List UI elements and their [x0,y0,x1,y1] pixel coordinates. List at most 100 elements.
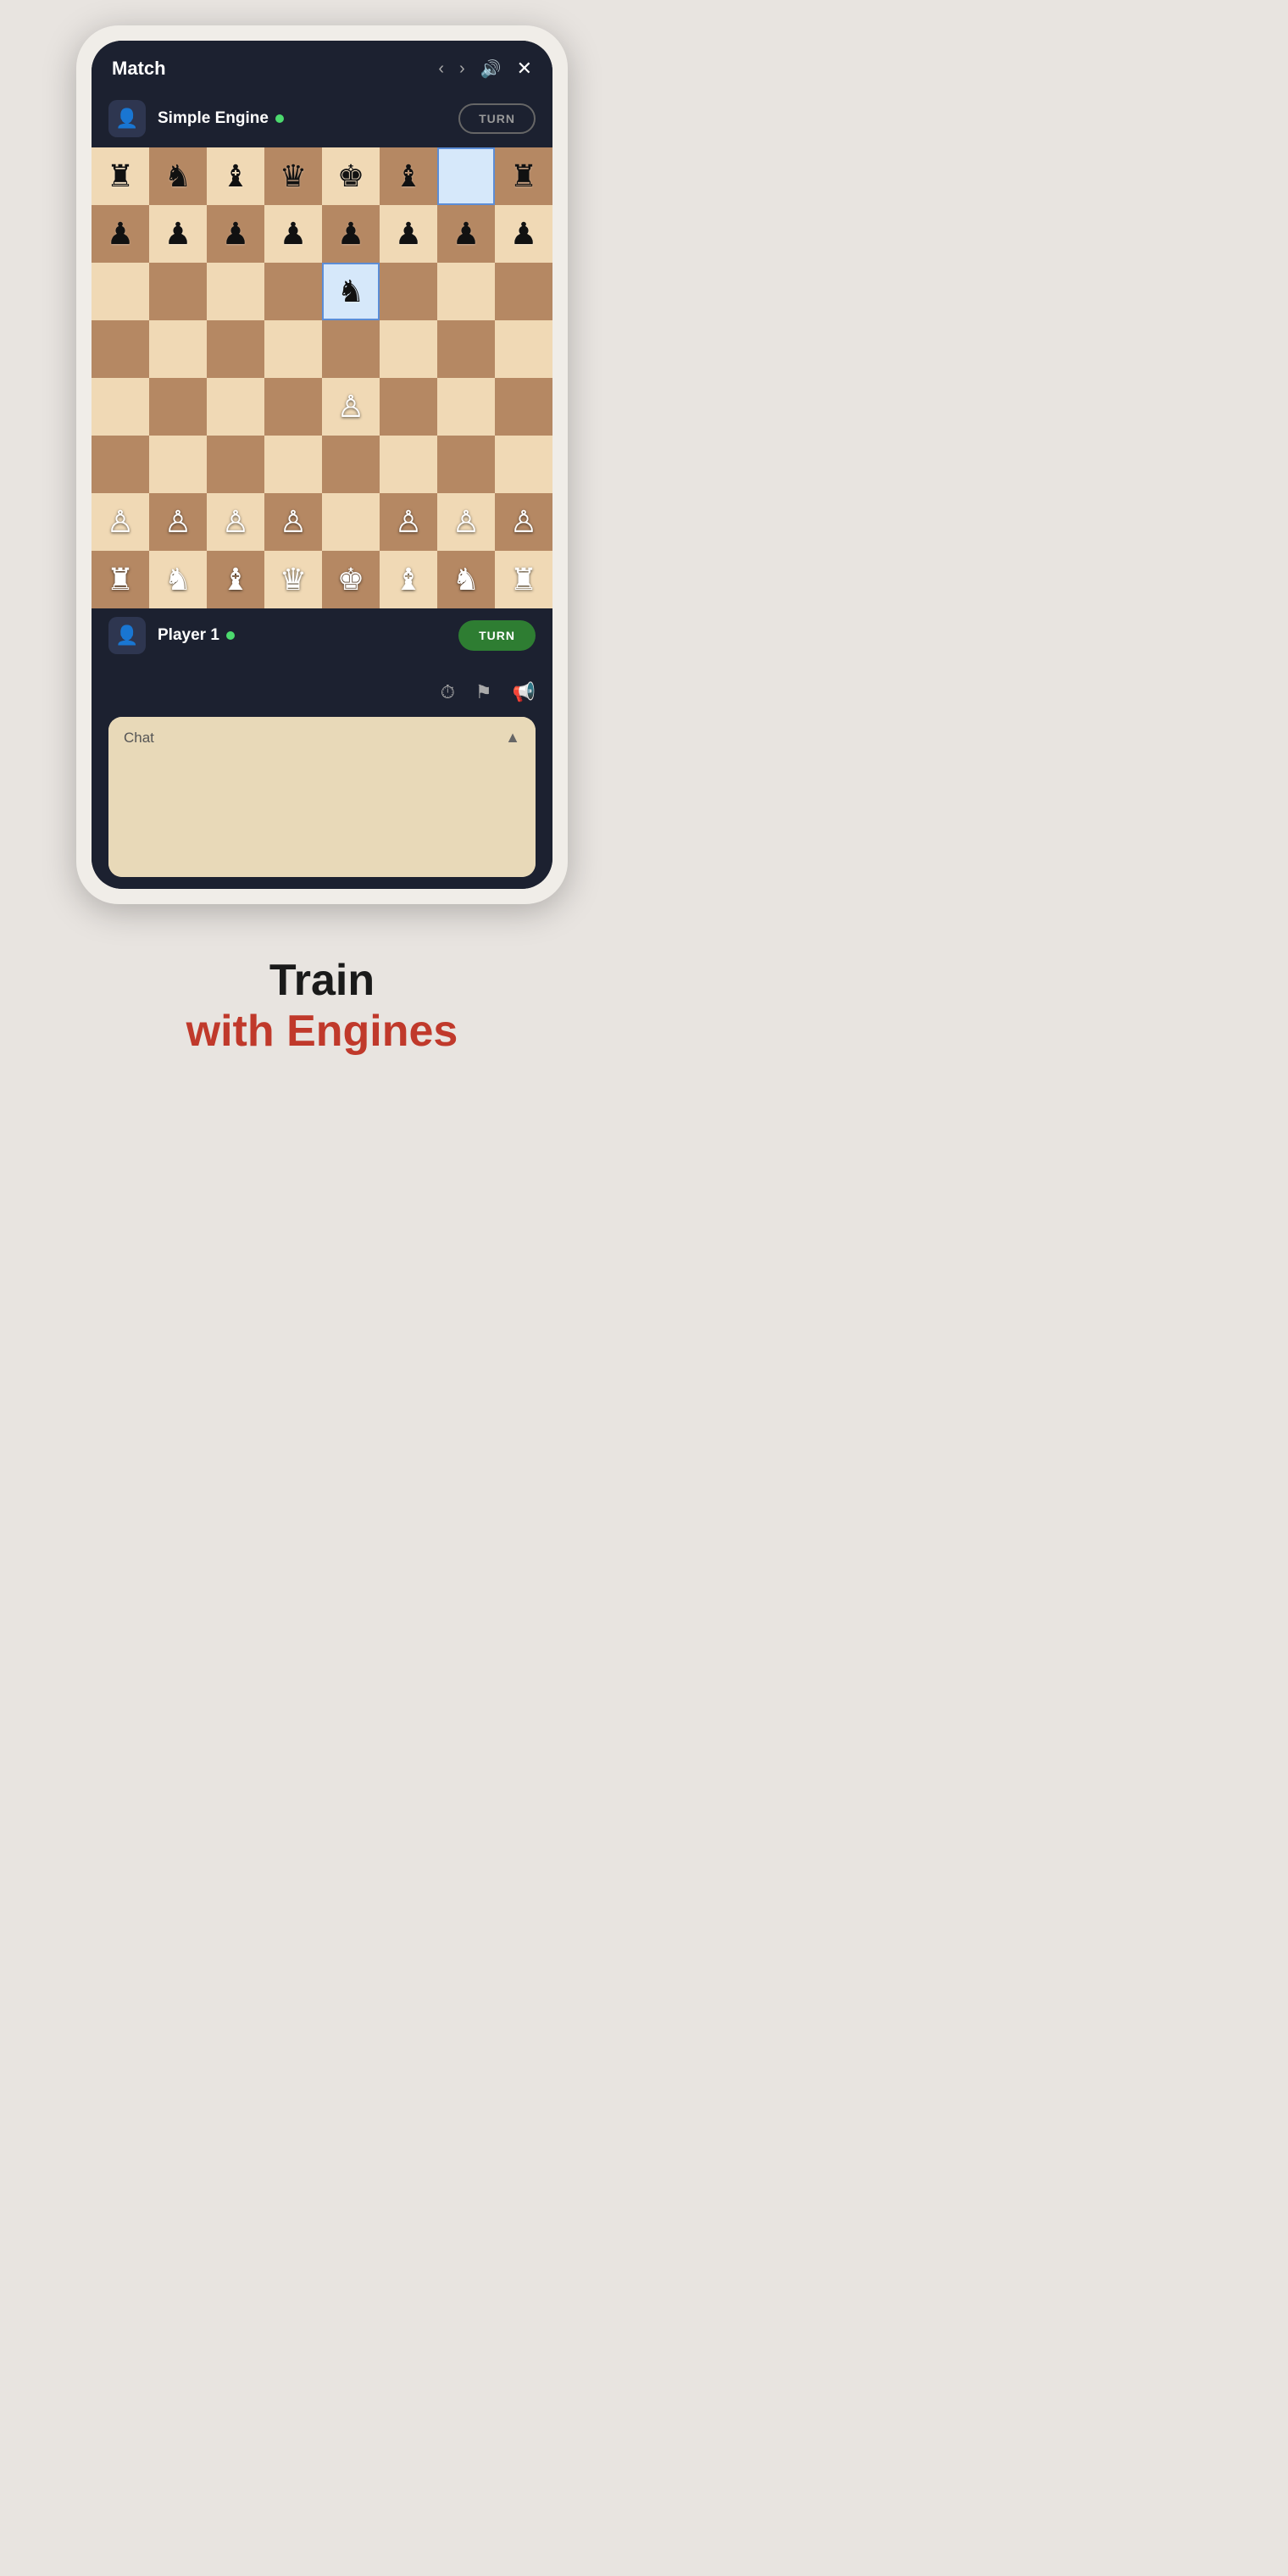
chat-header[interactable]: Chat ▲ [108,717,536,758]
opponent-name-text: Simple Engine [158,109,269,128]
cell-0-3[interactable]: ♛ [264,147,322,205]
flag-icon[interactable]: ⚑ [475,681,492,703]
cell-7-5[interactable]: ♝ [380,551,437,608]
piece-1-1: ♟ [164,219,192,249]
piece-1-2: ♟ [222,219,249,249]
cell-1-7[interactable]: ♟ [495,205,552,263]
cell-1-4[interactable]: ♟ [322,205,380,263]
cell-1-3[interactable]: ♟ [264,205,322,263]
cell-6-1[interactable]: ♙ [149,493,207,551]
piece-6-1: ♙ [164,507,192,537]
cell-6-5[interactable]: ♙ [380,493,437,551]
cell-0-4[interactable]: ♚ [322,147,380,205]
cell-7-6[interactable]: ♞ [437,551,495,608]
piece-0-1: ♞ [164,161,192,192]
chat-panel[interactable]: Chat ▲ [108,717,536,877]
cell-4-2[interactable] [207,378,264,436]
cell-0-6[interactable] [437,147,495,205]
cell-4-6[interactable] [437,378,495,436]
cell-0-7[interactable]: ♜ [495,147,552,205]
cell-4-1[interactable] [149,378,207,436]
cell-2-6[interactable] [437,263,495,320]
piece-7-2: ♝ [222,564,249,595]
opponent-turn-button[interactable]: TURN [458,103,536,134]
piece-7-5: ♝ [395,564,422,595]
timer-icon[interactable]: ⏱ [441,681,455,703]
cell-6-3[interactable]: ♙ [264,493,322,551]
cell-6-0[interactable]: ♙ [92,493,149,551]
piece-0-4: ♚ [337,161,364,192]
cell-7-4[interactable]: ♚ [322,551,380,608]
back-icon[interactable]: ‹ [438,59,444,79]
piece-1-5: ♟ [395,219,422,249]
cell-4-0[interactable] [92,378,149,436]
match-header: Match ‹ › 🔊 ✕ [92,41,552,92]
resign-icon[interactable]: 📢 [513,681,536,703]
chat-chevron[interactable]: ▲ [505,729,520,747]
piece-7-1: ♞ [164,564,192,595]
cell-1-6[interactable]: ♟ [437,205,495,263]
cell-3-7[interactable] [495,320,552,378]
cell-2-2[interactable] [207,263,264,320]
cell-7-0[interactable]: ♜ [92,551,149,608]
cell-2-0[interactable] [92,263,149,320]
piece-6-5: ♙ [395,507,422,537]
cell-0-1[interactable]: ♞ [149,147,207,205]
cell-7-2[interactable]: ♝ [207,551,264,608]
cell-0-0[interactable]: ♜ [92,147,149,205]
cell-3-1[interactable] [149,320,207,378]
cell-2-1[interactable] [149,263,207,320]
cell-7-3[interactable]: ♛ [264,551,322,608]
piece-6-3: ♙ [280,507,307,537]
cell-6-4[interactable] [322,493,380,551]
cell-1-0[interactable]: ♟ [92,205,149,263]
cell-3-6[interactable] [437,320,495,378]
cell-2-5[interactable] [380,263,437,320]
chess-board[interactable]: ♜♞♝♛♚♝♜♟♟♟♟♟♟♟♟♞♙♙♙♙♙♙♙♙♜♞♝♛♚♝♞♜ [92,147,552,608]
cell-7-1[interactable]: ♞ [149,551,207,608]
cell-4-5[interactable] [380,378,437,436]
cell-0-5[interactable]: ♝ [380,147,437,205]
cell-1-2[interactable]: ♟ [207,205,264,263]
piece-6-6: ♙ [452,507,480,537]
sound-icon[interactable]: 🔊 [480,58,502,80]
cell-5-1[interactable] [149,436,207,493]
cell-2-3[interactable] [264,263,322,320]
cell-6-6[interactable]: ♙ [437,493,495,551]
cell-0-2[interactable]: ♝ [207,147,264,205]
piece-1-7: ♟ [510,219,537,249]
cell-4-4[interactable]: ♙ [322,378,380,436]
cell-6-7[interactable]: ♙ [495,493,552,551]
cell-5-5[interactable] [380,436,437,493]
cell-5-4[interactable] [322,436,380,493]
piece-7-0: ♜ [107,564,134,595]
cell-1-5[interactable]: ♟ [380,205,437,263]
cell-6-2[interactable]: ♙ [207,493,264,551]
cell-3-5[interactable] [380,320,437,378]
cell-2-7[interactable] [495,263,552,320]
cell-3-2[interactable] [207,320,264,378]
cell-3-4[interactable] [322,320,380,378]
cell-1-1[interactable]: ♟ [149,205,207,263]
player-info: 👤 Player 1 [108,617,235,654]
cell-5-2[interactable] [207,436,264,493]
cell-3-0[interactable] [92,320,149,378]
cell-4-7[interactable] [495,378,552,436]
player-avatar-icon: 👤 [115,625,138,647]
cell-5-7[interactable] [495,436,552,493]
cell-4-3[interactable] [264,378,322,436]
forward-icon[interactable]: › [459,59,465,79]
cell-7-7[interactable]: ♜ [495,551,552,608]
cell-2-4[interactable]: ♞ [322,263,380,320]
piece-7-4: ♚ [337,564,364,595]
close-icon[interactable]: ✕ [517,58,532,80]
cell-5-3[interactable] [264,436,322,493]
player-turn-button[interactable]: TURN [458,620,536,651]
opponent-name: Simple Engine [158,109,284,128]
piece-7-7: ♜ [510,564,537,595]
piece-7-3: ♛ [280,564,307,595]
opponent-avatar: 👤 [108,100,146,137]
cell-5-6[interactable] [437,436,495,493]
cell-5-0[interactable] [92,436,149,493]
cell-3-3[interactable] [264,320,322,378]
